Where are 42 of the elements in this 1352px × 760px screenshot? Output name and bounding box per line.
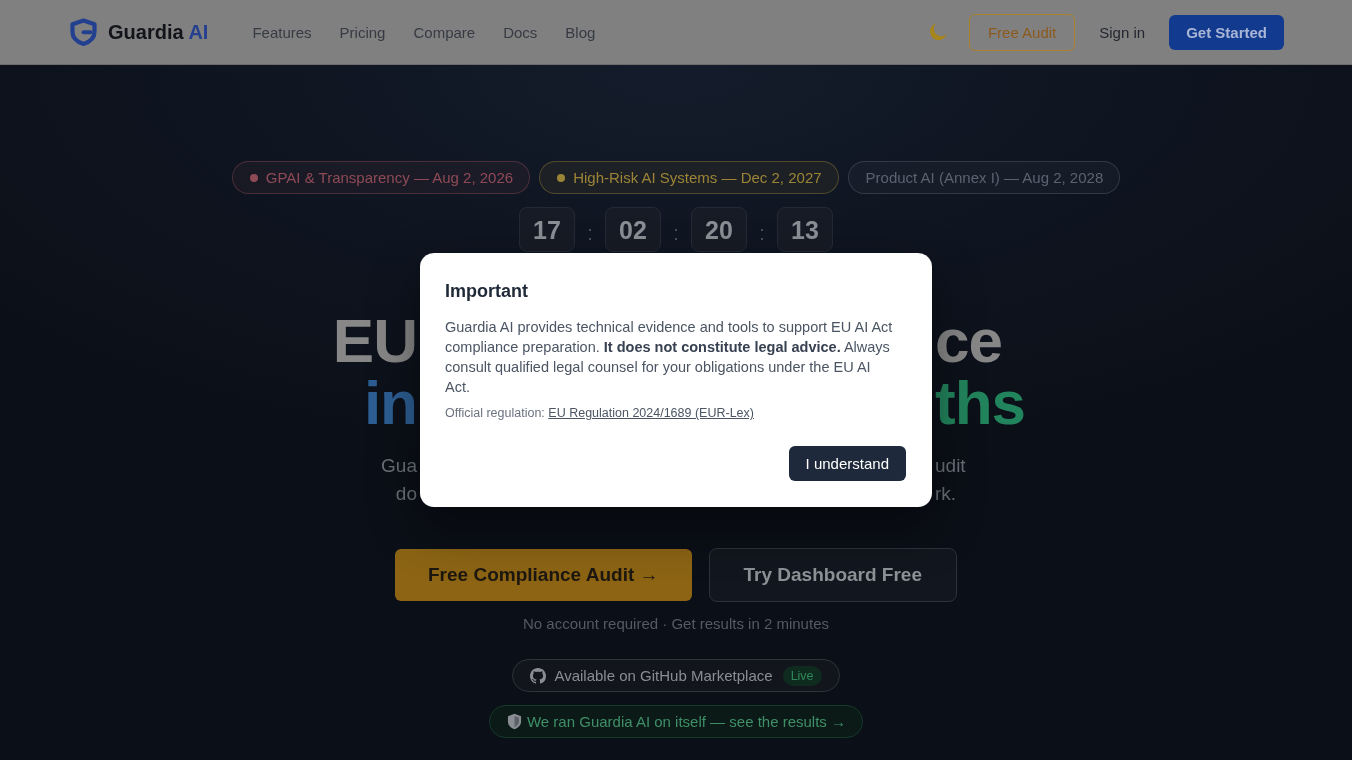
headline-text: in [363,372,417,434]
subtitle-text: rk. [935,482,957,506]
regulation-label: Official regulation: [445,406,545,420]
subtitle-text: Gua [381,454,417,478]
nav-link[interactable]: Compare [413,23,476,41]
live-badge: Live [782,665,822,686]
disclaimer-text: Guardia AI provides technical evidence and tools to support EU AI Act compliance preparation. It does not constitute legal advice. Always consult qualified legal counsel for your obligations under the EU AI Act. [445,318,894,397]
cta-note: No account required · Get results in 2 minutes [523,614,829,634]
audit-cta-button[interactable]: Free Compliance Audit → [395,549,692,601]
subtitle-text: do [395,482,417,506]
sign-in-button[interactable]: Sign in [1099,23,1146,41]
nav-link[interactable]: Pricing [339,23,386,41]
deadline-label: High-Risk AI Systems — Dec 2, 2027 [573,169,822,186]
marketplace-label: Available on GitHub Marketplace [554,667,773,684]
deadline-label: Product AI (Annex I) — Aug 2, 2028 [865,169,1104,186]
subtitle-text: udit [935,454,966,478]
dashboard-button[interactable]: Try Dashboard Free [708,548,957,602]
understand-button[interactable]: I understand [788,446,906,481]
dialog-title: Important [445,280,529,303]
get-started-button[interactable]: Get Started [1169,14,1284,50]
shield-icon [506,713,522,730]
countdown-value: 02 [605,207,661,252]
nav-link[interactable]: Features [252,23,312,41]
deadline-label: GPAI & Transparency — Aug 2, 2026 [265,169,514,186]
logo-wordmark[interactable]: Guardia AI [108,20,209,44]
countdown-value: 20 [691,207,747,252]
regulation-link[interactable]: EU Regulation 2024/1689 (EUR-Lex) [548,406,754,420]
headline-text: ce [935,310,1002,372]
countdown-separator: : [672,220,680,245]
countdown-value: 13 [777,207,833,252]
countdown-separator: : [758,220,766,245]
countdown-separator: : [586,220,594,245]
self-audit-label: We ran Guardia AI on itself — see the results → [526,713,846,730]
shield-logo-icon[interactable] [70,18,97,46]
marketplace-link[interactable]: Available on GitHub Marketplace Live [512,659,840,692]
nav-link[interactable]: Docs [503,23,538,41]
headline-text: ths [935,372,1025,434]
nav-link[interactable]: Blog [565,23,596,41]
self-audit-link[interactable]: We ran Guardia AI on itself — see the results → [488,705,863,738]
github-logo-icon [530,667,547,684]
headline-text: EU [332,310,417,372]
countdown-value: 17 [519,207,575,252]
